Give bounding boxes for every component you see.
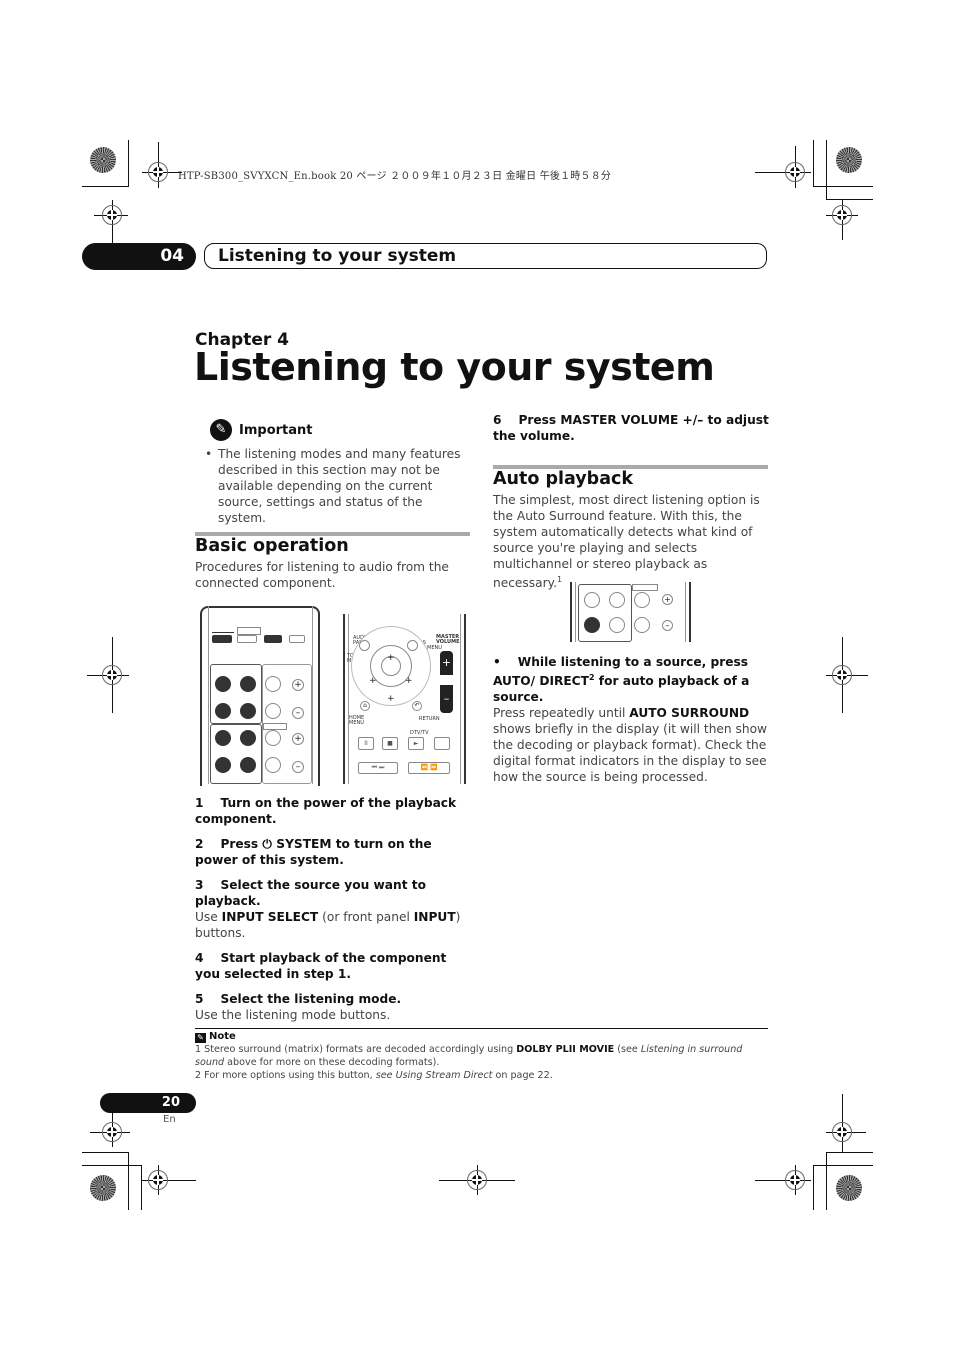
language-code: En bbox=[163, 1114, 176, 1125]
note-section: ✎ Note 1 Stereo surround (matrix) formats… bbox=[195, 1030, 770, 1082]
step-3: 3 Select the source you want to playback… bbox=[195, 878, 426, 908]
important-label: Important bbox=[239, 422, 313, 438]
step-2: 2 Press ⏻ SYSTEM to turn on the power of… bbox=[195, 837, 432, 867]
step-4: 4 Start playback of the component you se… bbox=[195, 951, 447, 981]
step-1: 1 Turn on the power of the playback comp… bbox=[195, 796, 457, 826]
pushpin-icon: ✎ bbox=[210, 419, 232, 441]
auto-playback-intro: The simplest, most direct listening opti… bbox=[493, 493, 760, 591]
print-header: HTP-SB300_SVYXCN_En.book 20 ページ ２００９年１０月… bbox=[178, 171, 612, 182]
label-master-volume: MASTER VOLUME bbox=[436, 634, 460, 645]
important-heading: ✎ Important bbox=[210, 419, 313, 441]
bullet-icon: • bbox=[205, 447, 213, 461]
footnote-1: 1 Stereo surround (matrix) formats are d… bbox=[195, 1044, 743, 1068]
page-title: Listening to your system bbox=[194, 345, 715, 389]
auto-direct-step: • While listening to a source, press AUT… bbox=[493, 655, 750, 705]
steps-list: 1 Turn on the power of the playback comp… bbox=[195, 795, 475, 1023]
page-number: 20 bbox=[100, 1093, 196, 1113]
basic-operation-intro: Procedures for listening to audio from t… bbox=[195, 560, 449, 590]
registration-star-icon bbox=[90, 1175, 116, 1201]
registration-star-icon bbox=[836, 147, 862, 173]
note-heading: ✎ Note bbox=[195, 1030, 770, 1043]
note-rule bbox=[195, 1028, 768, 1029]
remote-illustration-volume: AUDIO PARAMETER TOOLS MENU TOP MENU MAST… bbox=[343, 614, 467, 784]
section-title-basic-operation: Basic operation bbox=[195, 536, 349, 556]
step-6: 6 Press MASTER VOLUME +/– to adjust the … bbox=[493, 413, 769, 443]
remote-illustration-input: + – + – bbox=[200, 606, 322, 786]
important-bullet: • The listening modes and many features … bbox=[205, 446, 473, 526]
auto-direct-body: Press repeatedly until AUTO SURROUND sho… bbox=[493, 706, 768, 785]
chapter-tab-number: 04 bbox=[82, 243, 196, 270]
label-menu: MENU bbox=[427, 645, 442, 651]
step-5: 5 Select the listening mode. bbox=[195, 992, 402, 1006]
pencil-icon: ✎ bbox=[195, 1033, 206, 1043]
step-5-body: Use the listening mode buttons. bbox=[195, 1008, 391, 1022]
label-return: RETURN bbox=[419, 716, 440, 722]
section-title-auto-playback: Auto playback bbox=[493, 469, 634, 489]
registration-star-icon bbox=[836, 1175, 862, 1201]
important-text: The listening modes and many features de… bbox=[218, 447, 461, 525]
footnote-2: 2 For more options using this button, se… bbox=[195, 1070, 553, 1081]
auto-direct-instruction: • While listening to a source, press AUT… bbox=[493, 654, 771, 785]
registration-star-icon bbox=[90, 147, 116, 173]
chapter-tab-title: Listening to your system bbox=[204, 243, 767, 269]
step-3-body: Use INPUT SELECT (or front panel INPUT) … bbox=[195, 910, 461, 940]
label-home-menu: HOME MENU bbox=[349, 715, 365, 726]
remote-illustration-auto-direct: + – bbox=[570, 582, 692, 642]
label-dtv-tv: DTV/TV bbox=[410, 730, 429, 736]
